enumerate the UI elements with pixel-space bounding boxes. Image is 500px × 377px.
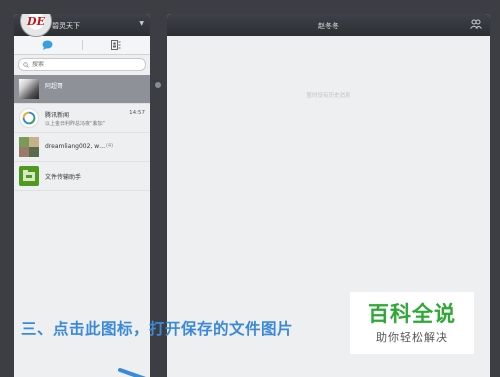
watermark-subtitle: 助你轻松解决 (376, 331, 448, 344)
watermark-logo: 百科全说 助你轻松解决 (350, 292, 474, 354)
watermark-title: 百科全说 (368, 302, 456, 326)
